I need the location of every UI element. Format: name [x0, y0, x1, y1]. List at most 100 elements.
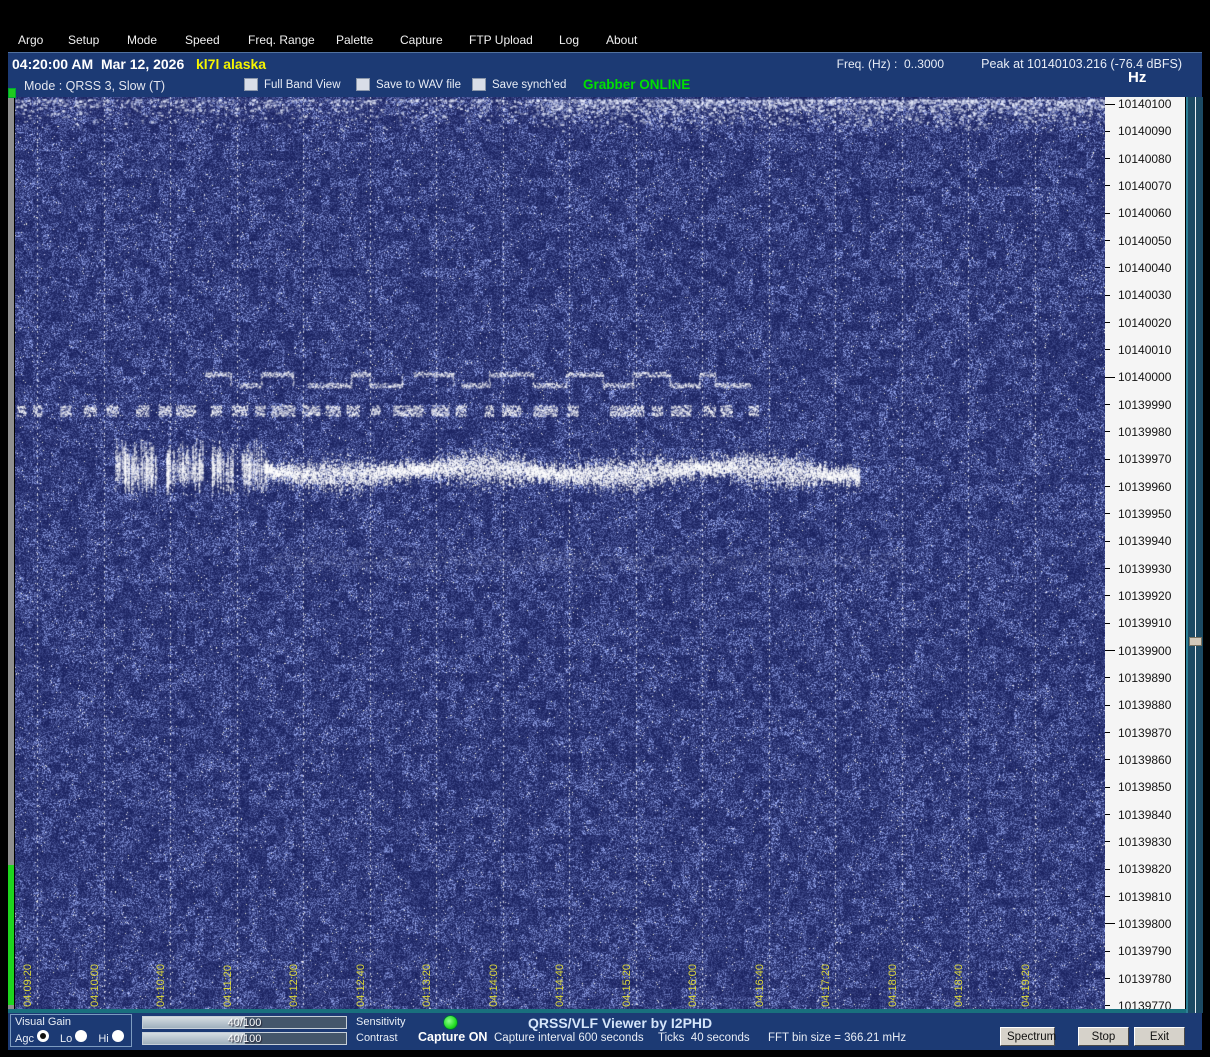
frequency-label: 10140040	[1118, 260, 1172, 275]
frequency-tick-row: 10139840	[1105, 808, 1185, 822]
frequency-label: 10140060	[1118, 206, 1172, 221]
menu-item[interactable]: Palette	[336, 33, 373, 47]
visual-gain-group: Visual Gain Agc Lo Hi	[10, 1014, 132, 1047]
visual-gain-radio[interactable]: Hi	[98, 1030, 129, 1045]
checkbox-label: Save synch'ed	[492, 78, 567, 91]
offset-slider-track[interactable]	[1186, 97, 1203, 1013]
checkbox-option[interactable]: Full Band View	[244, 78, 341, 91]
frequency-label: 10139810	[1118, 889, 1172, 904]
frequency-label: 10139910	[1118, 616, 1172, 631]
frequency-tick-row: 10139810	[1105, 889, 1185, 904]
frequency-tick-row: 10139900	[1105, 644, 1185, 658]
waterfall-area[interactable]: 04:09:20 04:10:00 04:10:40 04:11:20 04:12:00…	[15, 97, 1105, 1013]
frequency-tick	[1105, 568, 1118, 569]
menu-item[interactable]: Capture	[400, 33, 443, 47]
frequency-tick	[1105, 814, 1118, 815]
frequency-label: 10139980	[1118, 424, 1172, 439]
frequency-label: 10140090	[1118, 124, 1172, 139]
offset-slider-thumb[interactable]	[1189, 637, 1202, 646]
fft-bin-info: FFT bin size = 366.21 mHz	[768, 1032, 907, 1044]
radio-label: Hi	[98, 1033, 109, 1045]
radio-label: Agc	[15, 1033, 34, 1045]
checkbox-box[interactable]	[244, 78, 258, 91]
frequency-label: 10139780	[1118, 971, 1172, 986]
hz-axis-label: Hz	[1128, 69, 1147, 86]
checkbox-box[interactable]	[472, 78, 486, 91]
visual-gain-radio[interactable]: Lo	[60, 1030, 93, 1045]
frequency-label: 10139920	[1118, 588, 1172, 603]
frequency-label: 10139790	[1118, 944, 1172, 959]
contrast-slider[interactable]: 40/100	[142, 1032, 347, 1045]
checkbox-option[interactable]: Save synch'ed	[472, 78, 566, 91]
time-tick-label: 04:12:40	[354, 964, 367, 1007]
exit-button[interactable]: Exit	[1134, 1027, 1185, 1046]
checkbox-label: Full Band View	[264, 78, 341, 91]
frequency-tick-row: 10139990	[1105, 398, 1185, 412]
checkbox-option[interactable]: Save to WAV file	[356, 78, 461, 91]
time-tick-label: 04:17:20	[820, 964, 832, 1007]
menu-item[interactable]: Freq. Range	[248, 33, 315, 47]
frequency-tick	[1105, 623, 1118, 624]
frequency-tick-row: 10139780	[1105, 971, 1185, 986]
frequency-tick	[1105, 595, 1118, 596]
frequency-label: 10139860	[1118, 752, 1172, 767]
menu-item[interactable]: Argo	[18, 33, 43, 47]
slider-track-line	[1195, 97, 1196, 1013]
frequency-label: 10139830	[1118, 834, 1172, 849]
frequency-tick	[1105, 104, 1118, 105]
frequency-tick	[1105, 923, 1118, 924]
visual-gain-title: Visual Gain	[15, 1016, 72, 1028]
frequency-label: 10140020	[1118, 315, 1172, 330]
sensitivity-label: Sensitivity	[356, 1016, 406, 1028]
frequency-label: 10139970	[1118, 452, 1172, 467]
mode-label: Mode : QRSS 3, Slow (T)	[24, 79, 166, 93]
time-tick-label: 04:10:40	[155, 964, 167, 1007]
visual-gain-radio[interactable]: Agc	[15, 1030, 55, 1045]
frequency-label: 10140050	[1118, 233, 1172, 248]
capture-progress-fill	[8, 865, 14, 1005]
frequency-tick-row: 10140050	[1105, 233, 1185, 248]
frequency-tick-row: 10139960	[1105, 479, 1185, 494]
frequency-tick	[1105, 158, 1118, 159]
radio-circle[interactable]	[111, 1030, 124, 1042]
radio-label: Lo	[60, 1033, 73, 1045]
contrast-label: Contrast	[356, 1032, 398, 1044]
frequency-tick-row: 10140000	[1105, 370, 1185, 384]
sensitivity-slider[interactable]: 40/100	[142, 1016, 347, 1029]
contrast-value: 40/100	[227, 1033, 262, 1045]
menu-item[interactable]: FTP Upload	[469, 33, 533, 47]
freq-range-readout: Freq. (Hz) : 0..3000	[836, 57, 944, 71]
time-tick-label: 04:10:00	[88, 964, 101, 1007]
menu-item[interactable]: About	[606, 33, 637, 47]
frequency-tick-row: 10139950	[1105, 507, 1185, 521]
clock-date: 04:20:00 AM Mar 12, 2026	[12, 56, 185, 72]
radio-circle[interactable]	[37, 1030, 50, 1042]
menu-item[interactable]: Mode	[127, 33, 157, 47]
frequency-tick-row: 10140030	[1105, 288, 1185, 302]
grabber-online-status: Grabber ONLINE	[583, 77, 691, 92]
frequency-label: 10140070	[1118, 178, 1172, 193]
frequency-label: 10139880	[1118, 698, 1172, 713]
menu-item[interactable]: Setup	[68, 33, 99, 47]
time-tick-label: 04:19:20	[1019, 964, 1032, 1007]
frequency-tick	[1105, 377, 1118, 378]
frequency-tick	[1105, 240, 1118, 241]
menu-item[interactable]: Log	[559, 33, 579, 47]
radio-circle[interactable]	[75, 1030, 88, 1042]
checkbox-box[interactable]	[356, 78, 370, 91]
stop-button[interactable]: Stop	[1078, 1027, 1129, 1046]
frequency-label: 10139800	[1118, 916, 1172, 931]
capture-led-indicator	[443, 1015, 458, 1030]
time-tick-label: 04:18:40	[953, 964, 965, 1007]
frequency-label: 10139930	[1118, 561, 1172, 576]
frequency-tick	[1105, 267, 1118, 268]
frequency-label: 10139960	[1118, 479, 1172, 494]
frequency-tick	[1105, 213, 1118, 214]
time-tick-label: 04:12:00	[288, 964, 300, 1007]
menu-item[interactable]: Speed	[185, 33, 220, 47]
spectrum-button[interactable]: Spectrum	[1000, 1027, 1056, 1046]
ticks-info: Ticks 40 seconds	[658, 1032, 750, 1044]
frequency-label: 10139890	[1118, 670, 1172, 685]
waterfall-canvas[interactable]	[15, 97, 1105, 1013]
frequency-tick-row: 10140020	[1105, 315, 1185, 330]
